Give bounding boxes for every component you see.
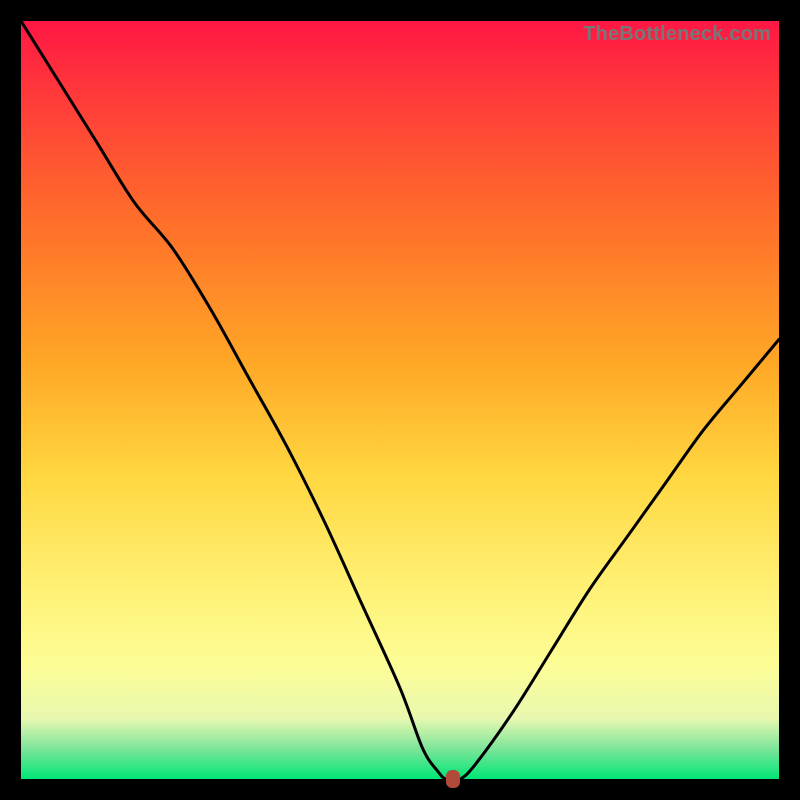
chart-frame: TheBottleneck.com xyxy=(0,0,800,800)
optimal-point-marker xyxy=(446,770,460,788)
plot-area: TheBottleneck.com xyxy=(21,21,779,779)
bottleneck-curve xyxy=(21,21,779,779)
